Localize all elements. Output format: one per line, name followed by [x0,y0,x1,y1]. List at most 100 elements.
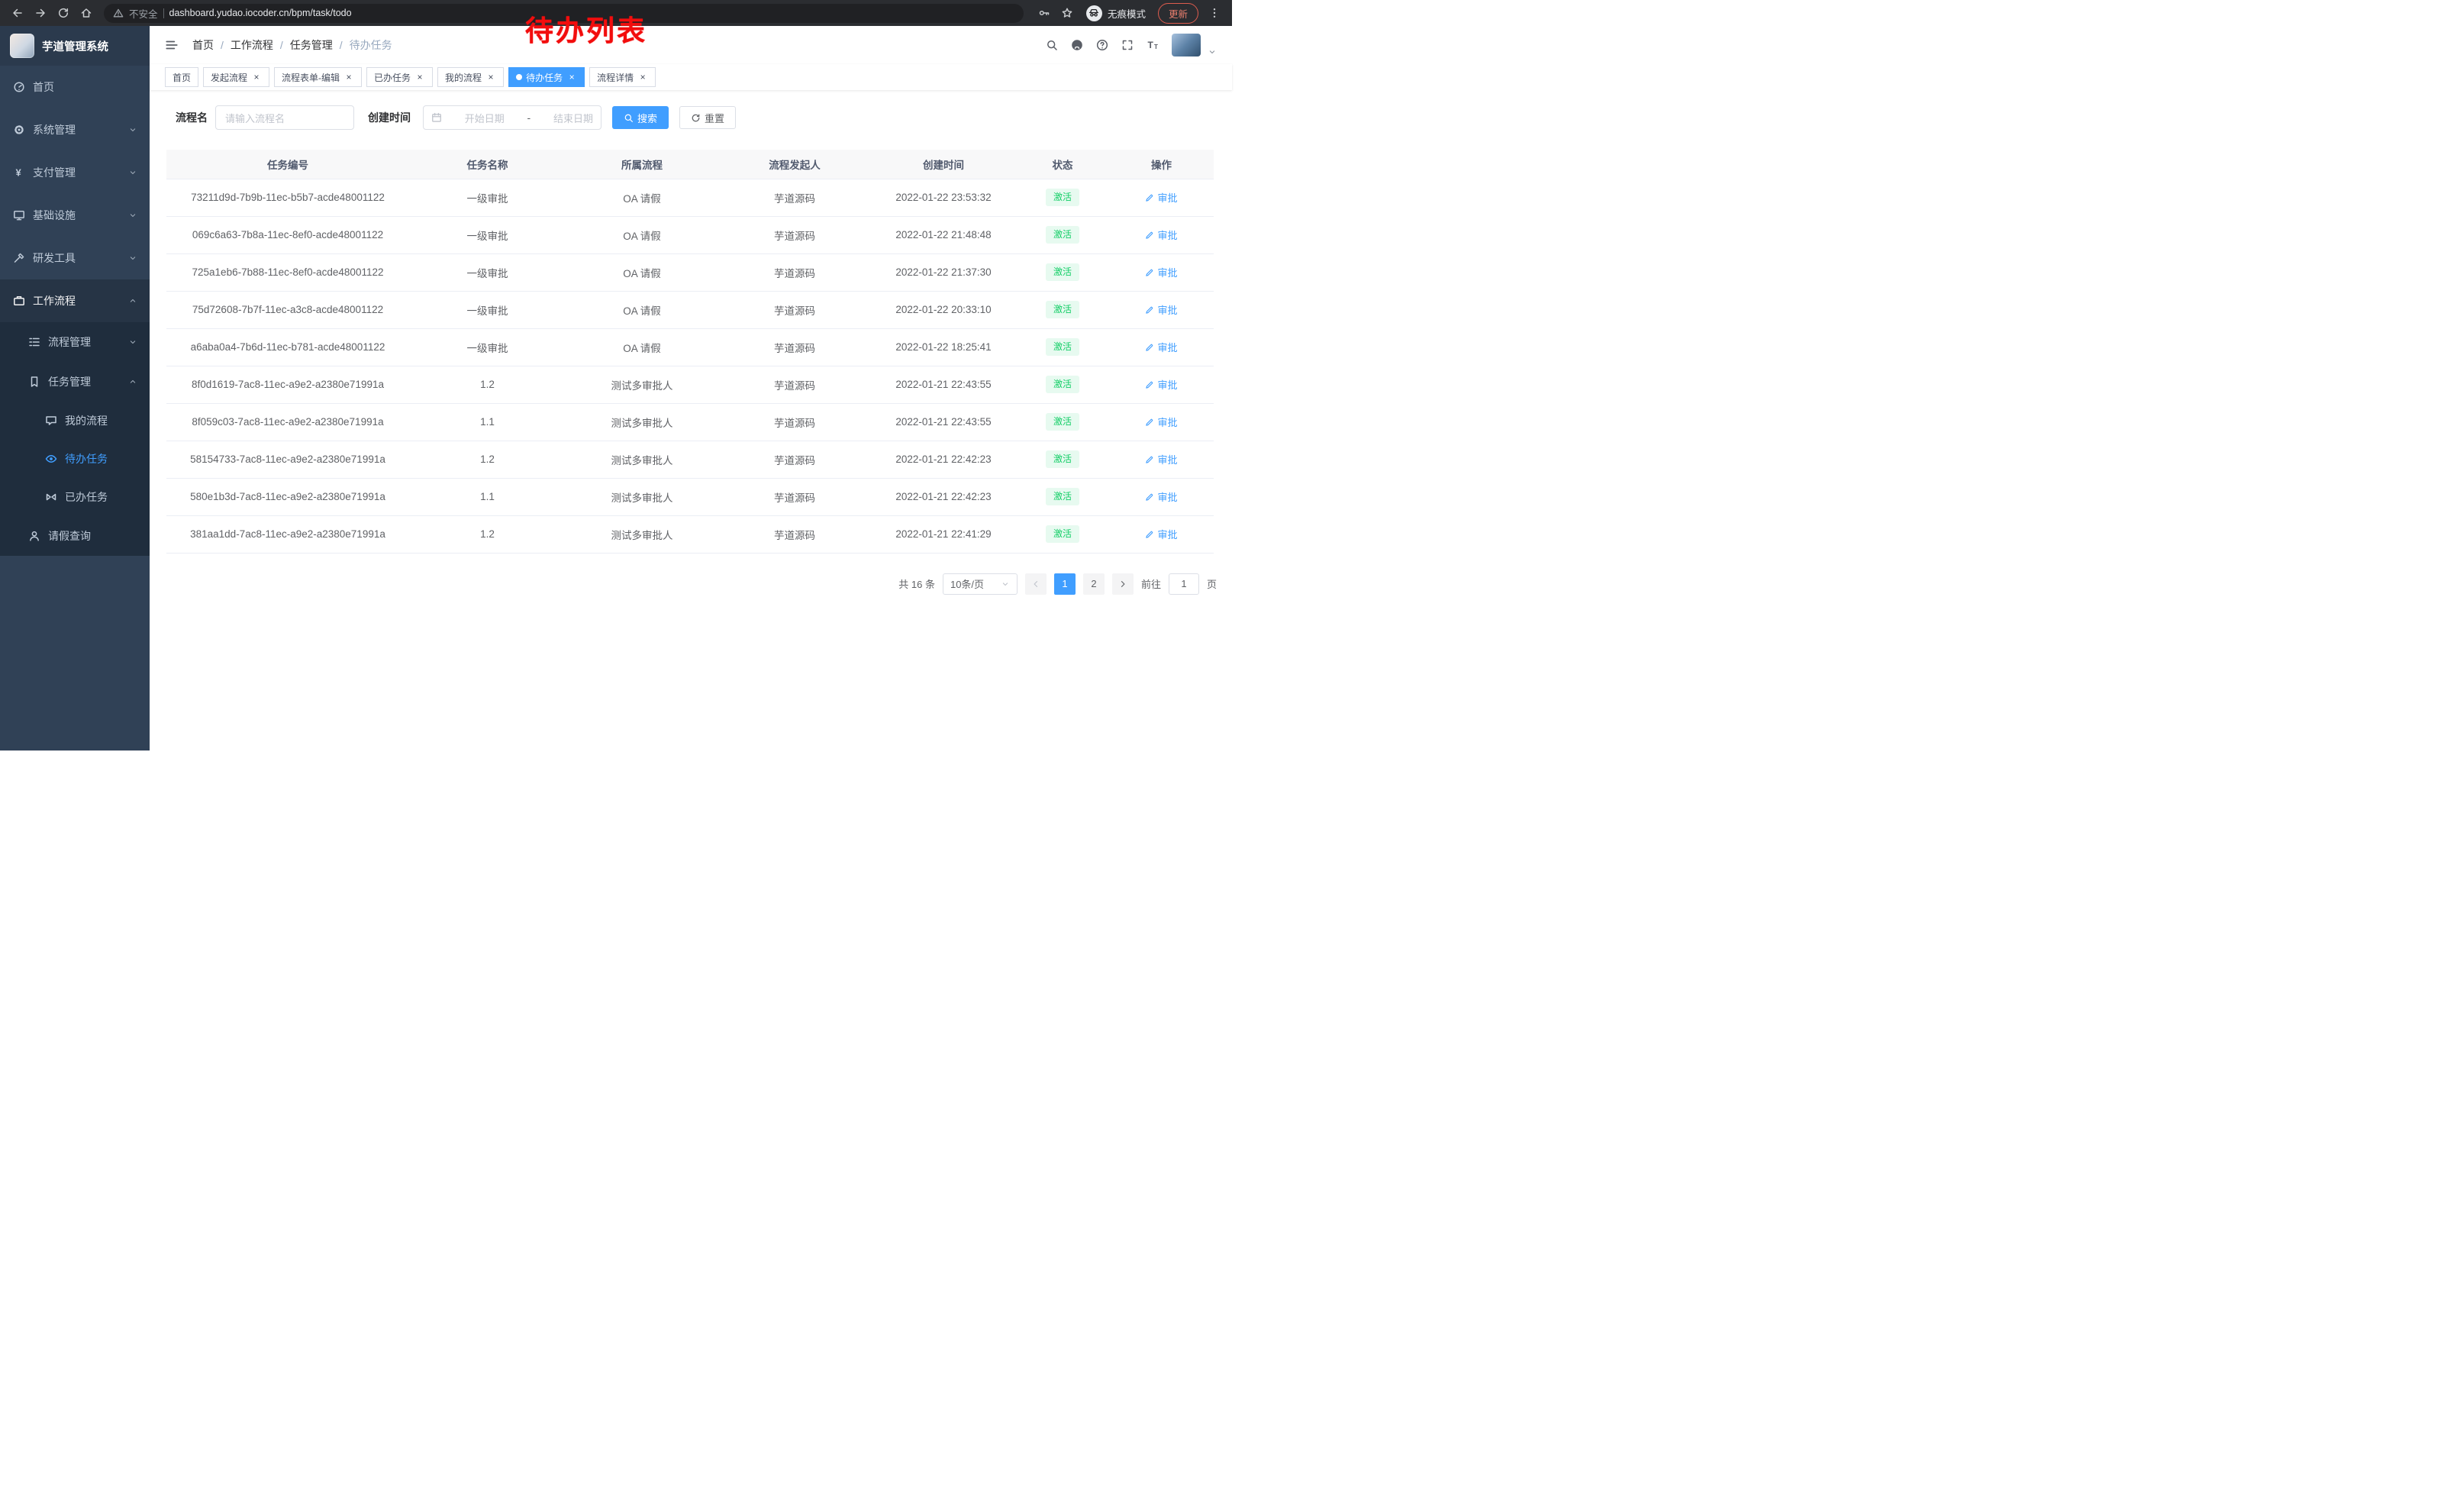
sidebar-item-leave-query[interactable]: 请假查询 [0,516,150,556]
chevron-down-icon [128,337,137,347]
breadcrumb-item[interactable]: 任务管理 [290,37,333,53]
initiator: 芋道源码 [718,291,871,328]
search-icon[interactable] [1046,39,1058,51]
back-icon[interactable] [8,3,27,23]
page-size-value: 10条/页 [950,576,984,591]
initiator: 芋道源码 [718,253,871,291]
tab[interactable]: 流程详情× [589,67,656,87]
sidebar-item-payment[interactable]: ¥支付管理 [0,151,150,194]
approve-link[interactable]: 审批 [1145,228,1177,242]
key-icon[interactable] [1034,3,1054,23]
initiator: 芋道源码 [718,403,871,441]
chevron-down-icon [128,125,137,134]
sidebar-item-my-process[interactable]: 我的流程 [0,402,150,440]
approve-link[interactable]: 审批 [1145,489,1177,504]
tab[interactable]: 流程表单-编辑× [274,67,362,87]
tab[interactable]: 已办任务× [366,67,433,87]
action-cell: 审批 [1109,328,1214,366]
process-name-input[interactable]: 请输入流程名 [215,105,354,130]
tab[interactable]: 发起流程× [203,67,269,87]
sidebar-toggle-icon[interactable] [165,38,179,52]
close-icon[interactable]: × [637,72,648,82]
github-icon[interactable] [1071,39,1083,51]
tab[interactable]: 我的流程× [437,67,504,87]
approve-link[interactable]: 审批 [1145,377,1177,392]
close-icon[interactable]: × [251,72,262,82]
goto-page-input[interactable]: 1 [1169,573,1199,595]
update-button[interactable]: 更新 [1158,3,1198,24]
breadcrumb-item[interactable]: 工作流程 [231,37,273,53]
font-size-icon[interactable]: TT [1147,39,1159,51]
tab-label: 流程表单-编辑 [282,71,340,84]
status-badge: 激活 [1046,450,1079,468]
sidebar-item-todo-task[interactable]: 待办任务 [0,440,150,478]
avatar[interactable] [1172,34,1201,56]
search-button[interactable]: 搜索 [612,106,669,129]
create-time-label: 创建时间 [368,110,411,125]
sidebar-item-label: 任务管理 [48,374,91,389]
create-time: 2022-01-22 23:53:32 [871,179,1016,216]
approve-link[interactable]: 审批 [1145,302,1177,317]
sidebar-item-home[interactable]: 首页 [0,66,150,108]
sidebar-item-process-mgmt[interactable]: 流程管理 [0,322,150,362]
forward-icon[interactable] [31,3,50,23]
edit-icon [1145,492,1154,502]
process-name: OA 请假 [566,179,718,216]
svg-text:T: T [1148,40,1154,50]
approve-link[interactable]: 审批 [1145,527,1177,541]
pagination: 共 16 条 10条/页 12 前往 1 页 [150,573,1217,595]
edit-icon [1145,231,1154,240]
next-page-button[interactable] [1112,573,1134,595]
task-name: 1.2 [409,515,566,553]
sidebar-item-system[interactable]: 系统管理 [0,108,150,151]
reload-icon[interactable] [53,3,73,23]
close-icon[interactable]: × [485,72,496,82]
status-cell: 激活 [1016,291,1109,328]
browser-menu-dots-icon[interactable] [1205,3,1224,23]
create-time: 2022-01-21 22:41:29 [871,515,1016,553]
table-row: 8f0d1619-7ac8-11ec-a9e2-a2380e71991a1.2测… [166,366,1214,403]
table-row: 381aa1dd-7ac8-11ec-a9e2-a2380e71991a1.2测… [166,515,1214,553]
tab[interactable]: 待办任务× [508,67,585,87]
sidebar-item-workflow[interactable]: 工作流程 [0,279,150,322]
task-name: 1.2 [409,441,566,478]
edit-icon [1145,530,1154,539]
approve-link-label: 审批 [1157,340,1177,354]
approve-link[interactable]: 审批 [1145,190,1177,205]
prev-page-button[interactable] [1025,573,1047,595]
tab[interactable]: 首页 [165,67,198,87]
home-icon[interactable] [76,3,96,23]
edit-icon [1145,343,1154,352]
close-icon[interactable]: × [343,72,354,82]
fullscreen-icon[interactable] [1121,39,1134,51]
sidebar-item-done-task[interactable]: 已办任务 [0,478,150,516]
create-time: 2022-01-22 20:33:10 [871,291,1016,328]
page-size-select[interactable]: 10条/页 [943,573,1018,595]
approve-link[interactable]: 审批 [1145,452,1177,466]
sidebar-item-devtools[interactable]: 研发工具 [0,237,150,279]
page-button[interactable]: 2 [1083,573,1105,595]
table-row: 75d72608-7b7f-11ec-a3c8-acde48001122一级审批… [166,291,1214,328]
action-cell: 审批 [1109,291,1214,328]
breadcrumb-item[interactable]: 首页 [192,37,214,53]
address-bar[interactable]: 不安全 dashboard.yudao.iocoder.cn/bpm/task/… [104,4,1024,23]
gear-icon [12,124,26,136]
close-icon[interactable]: × [566,72,577,82]
avatar-caret-down-icon[interactable] [1208,47,1217,56]
bookmark-star-icon[interactable] [1057,3,1077,23]
approve-link-label: 审批 [1157,377,1177,392]
sidebar-item-infra[interactable]: 基础设施 [0,194,150,237]
close-icon[interactable]: × [414,72,425,82]
approve-link[interactable]: 审批 [1145,265,1177,279]
help-icon[interactable] [1096,39,1108,51]
task-name: 一级审批 [409,253,566,291]
sidebar-item-task-mgmt[interactable]: 任务管理 [0,362,150,402]
sidebar-item-label: 我的流程 [65,413,108,428]
approve-link[interactable]: 审批 [1145,415,1177,429]
date-range-picker[interactable]: 开始日期 - 结束日期 [423,105,601,130]
page-button[interactable]: 1 [1054,573,1076,595]
reset-button[interactable]: 重置 [679,106,736,129]
approve-link[interactable]: 审批 [1145,340,1177,354]
column-header: 所属流程 [566,150,718,179]
task-id: 580e1b3d-7ac8-11ec-a9e2-a2380e71991a [166,478,409,515]
